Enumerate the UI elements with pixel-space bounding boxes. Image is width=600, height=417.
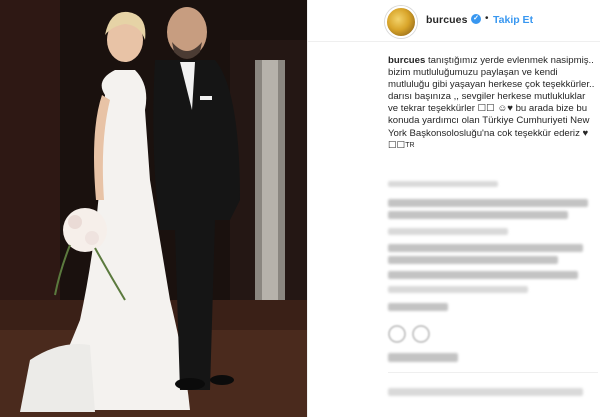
blurred-comment-meta bbox=[388, 181, 498, 187]
instagram-post: burcues ✓ • Takip Et burcues tanıştığımı… bbox=[0, 0, 600, 417]
blurred-comment-meta bbox=[388, 286, 528, 293]
wedding-photo-illustration bbox=[0, 0, 307, 417]
post-side-panel: burcues ✓ • Takip Et burcues tanıştığımı… bbox=[307, 0, 600, 417]
post-caption: burcues tanıştığımız yerde evlenmek nasi… bbox=[388, 55, 596, 152]
blurred-likes-count bbox=[388, 353, 458, 362]
header-username[interactable]: burcues bbox=[426, 14, 468, 26]
comment-icon[interactable] bbox=[412, 325, 430, 343]
verified-badge-icon: ✓ bbox=[471, 14, 481, 24]
blurred-comment-line bbox=[388, 199, 588, 207]
blurred-comment-meta bbox=[388, 228, 508, 235]
follow-button[interactable]: Takip Et bbox=[493, 14, 533, 26]
blurred-comment-line bbox=[388, 244, 583, 252]
heart-icon[interactable] bbox=[388, 325, 406, 343]
divider bbox=[388, 372, 598, 373]
blurred-add-comment bbox=[388, 388, 583, 396]
blurred-comment-line bbox=[388, 271, 578, 279]
caption-text: tanıştığımız yerde evlenmek nasipmiş.. b… bbox=[388, 55, 595, 151]
blurred-comment-line bbox=[388, 211, 568, 219]
blurred-comment-line bbox=[388, 256, 558, 264]
post-photo[interactable] bbox=[0, 0, 307, 417]
caption-tr-mark: TR bbox=[405, 141, 415, 149]
header-separator: • bbox=[485, 13, 489, 24]
avatar[interactable] bbox=[385, 6, 417, 38]
caption-username[interactable]: burcues bbox=[388, 55, 425, 66]
blurred-comment-line bbox=[388, 303, 448, 311]
